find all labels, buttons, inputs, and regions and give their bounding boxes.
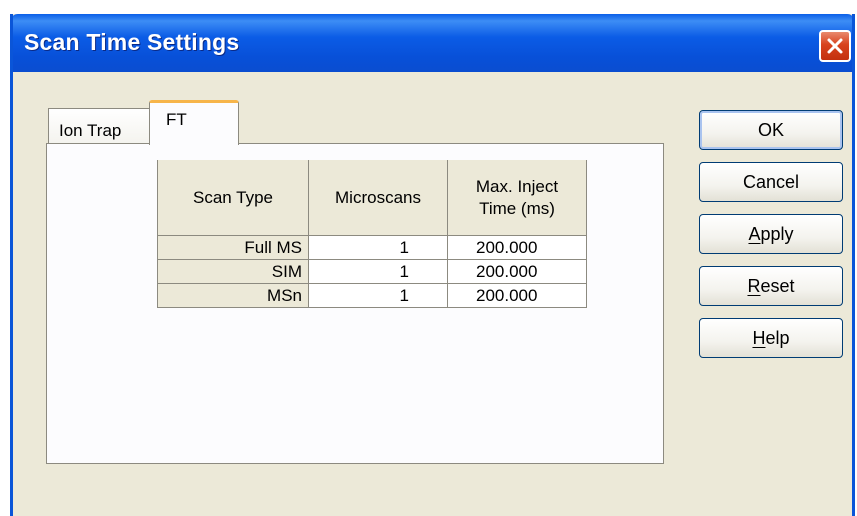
close-icon (827, 38, 843, 54)
row-header-sim: SIM (157, 259, 309, 284)
help-button[interactable]: Help (699, 318, 843, 358)
tab-ft-label: FT (166, 110, 187, 129)
ok-button[interactable]: OK (699, 110, 843, 150)
max-inject-cell-msn[interactable]: 200.000 (447, 283, 587, 308)
ft-tab-panel: Scan Type Microscans Max. Inject Time (m… (46, 143, 664, 464)
close-button[interactable] (819, 30, 851, 62)
tab-ft[interactable]: FT (149, 100, 239, 145)
reset-button-label: Reset (747, 276, 795, 296)
help-button-label: Help (752, 328, 790, 348)
max-inject-cell-sim[interactable]: 200.000 (447, 259, 587, 284)
row-header-full-ms: Full MS (157, 235, 309, 260)
max-inject-cell-full-ms[interactable]: 200.000 (447, 235, 587, 260)
reset-button[interactable]: Reset (699, 266, 843, 306)
scan-time-grid: Scan Type Microscans Max. Inject Time (m… (157, 160, 587, 308)
table-row: SIM 1 200.000 (157, 259, 587, 284)
table-row: MSn 1 200.000 (157, 283, 587, 308)
microscans-cell-msn[interactable]: 1 (308, 283, 448, 308)
title-bar[interactable]: Scan Time Settings (13, 14, 852, 72)
tab-ion-trap-label: Ion Trap (59, 121, 122, 140)
tab-ion-trap[interactable]: Ion Trap (48, 108, 150, 144)
scan-time-settings-dialog: Scan Time Settings Ion Trap FT Scan Type… (10, 14, 855, 516)
microscans-cell-full-ms[interactable]: 1 (308, 235, 448, 260)
column-header-scan-type: Scan Type (157, 160, 309, 236)
table-row: Full MS 1 200.000 (157, 235, 587, 260)
window-title: Scan Time Settings (24, 29, 240, 55)
microscans-cell-sim[interactable]: 1 (308, 259, 448, 284)
grid-header-row: Scan Type Microscans Max. Inject Time (m… (157, 160, 587, 236)
row-header-msn: MSn (157, 283, 309, 308)
column-header-max-inject-time: Max. Inject Time (ms) (447, 160, 587, 236)
column-header-microscans: Microscans (308, 160, 448, 236)
cancel-button[interactable]: Cancel (699, 162, 843, 202)
apply-button-label: Apply (748, 224, 794, 244)
apply-button[interactable]: Apply (699, 214, 843, 254)
